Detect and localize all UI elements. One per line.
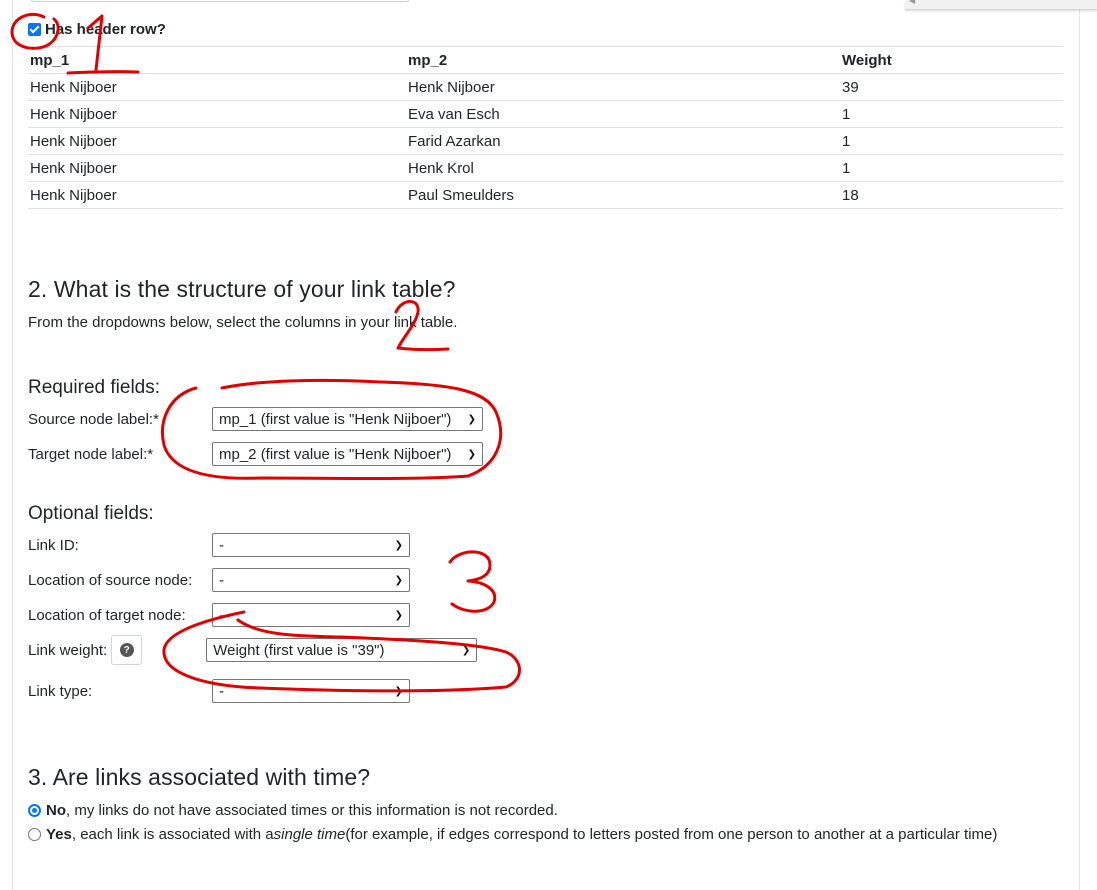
option-yes-italic: single time — [273, 826, 346, 843]
has-header-row-label: Has header row? — [45, 21, 166, 38]
link-type-select[interactable]: - ❯ — [212, 679, 410, 703]
top-input-edge — [30, 0, 410, 2]
scroll-left-icon[interactable]: ◀ — [909, 0, 915, 5]
link-weight-select-value: Weight (first value is "39") — [213, 641, 385, 659]
table-cell: Henk Nijboer — [28, 73, 406, 101]
has-header-row-checkbox[interactable]: Has header row? — [28, 21, 166, 38]
table-cell: Henk Nijboer — [28, 127, 406, 155]
table-cell: 39 — [840, 73, 1063, 101]
section-3-title: 3. Are links associated with time? — [28, 764, 371, 790]
chevron-down-icon: ❯ — [394, 685, 403, 697]
preview-table: mp_1 mp_2 Weight Henk Nijboer Henk Nijbo… — [28, 46, 1063, 209]
link-type-row: Link type: - ❯ — [28, 679, 410, 703]
table-header-row: mp_1 mp_2 Weight — [28, 46, 1063, 74]
source-location-label: Location of source node: — [28, 571, 193, 589]
link-id-select[interactable]: - ❯ — [212, 533, 410, 557]
column-header: mp_2 — [406, 46, 840, 74]
target-location-row: Location of target node: - ❯ — [28, 603, 410, 627]
radio-button-selected[interactable] — [28, 804, 41, 817]
question-circle-icon: ? — [119, 643, 134, 657]
chevron-down-icon: ❯ — [467, 448, 476, 460]
table-cell: Henk Nijboer — [28, 154, 406, 182]
time-option-yes[interactable]: Yes, each link is associated with a sing… — [28, 826, 997, 843]
table-row: Henk Nijboer Henk Krol 1 — [28, 154, 1063, 182]
table-cell: 18 — [840, 181, 1063, 209]
table-row: Henk Nijboer Farid Azarkan 1 — [28, 127, 1063, 155]
target-location-label: Location of target node: — [28, 606, 186, 624]
table-cell: Henk Nijboer — [28, 100, 406, 128]
section-2-title: 2. What is the structure of your link ta… — [28, 276, 456, 302]
chevron-down-icon: ❯ — [461, 644, 471, 656]
column-header: mp_1 — [28, 46, 406, 74]
table-cell: 1 — [840, 154, 1063, 182]
link-weight-row: Link weight: ? Weight (first value is "3… — [28, 635, 478, 665]
option-no-label: No — [46, 802, 66, 819]
option-no-text: , my links do not have associated times … — [66, 802, 558, 819]
link-id-row: Link ID: - ❯ — [28, 533, 410, 557]
target-node-label-row: Target node label:* mp_2 (first value is… — [28, 442, 483, 466]
option-yes-text-after: (for example, if edges correspond to let… — [345, 826, 998, 843]
chevron-down-icon: ❯ — [394, 539, 403, 551]
radio-button[interactable] — [28, 828, 41, 841]
column-header: Weight — [840, 46, 1063, 74]
table-cell: Farid Azarkan — [406, 127, 840, 155]
source-location-select[interactable]: - ❯ — [212, 568, 410, 592]
table-cell: 1 — [840, 100, 1063, 128]
time-option-no[interactable]: No, my links do not have associated time… — [28, 802, 558, 819]
chevron-down-icon: ❯ — [394, 609, 403, 621]
link-id-label: Link ID: — [28, 536, 79, 554]
source-location-row: Location of source node: - ❯ — [28, 568, 410, 592]
link-weight-select[interactable]: Weight (first value is "39") ❯ — [206, 638, 478, 662]
table-cell: Henk Nijboer — [406, 73, 840, 101]
check-icon[interactable] — [28, 23, 41, 36]
target-node-select[interactable]: mp_2 (first value is "Henk Nijboer") ❯ — [212, 442, 483, 466]
source-location-select-value: - — [219, 571, 224, 589]
table-row: Henk Nijboer Henk Nijboer 39 — [28, 73, 1063, 101]
link-type-select-value: - — [219, 682, 224, 700]
table-cell: Eva van Esch — [406, 100, 840, 128]
section-2-description: From the dropdowns below, select the col… — [28, 314, 458, 331]
source-node-select[interactable]: mp_1 (first value is "Henk Nijboer") ❯ — [212, 407, 483, 431]
source-node-label-row: Source node label:* mp_1 (first value is… — [28, 407, 483, 431]
source-node-select-value: mp_1 (first value is "Henk Nijboer") — [219, 410, 452, 428]
horizontal-scrollbar[interactable]: ◀ — [905, 0, 1097, 10]
table-cell: Henk Nijboer — [28, 181, 406, 209]
required-fields-heading: Required fields: — [28, 377, 161, 398]
table-cell: Henk Krol — [406, 154, 840, 182]
target-location-select-value: - — [219, 606, 224, 624]
table-row: Henk Nijboer Eva van Esch 1 — [28, 100, 1063, 128]
chevron-down-icon: ❯ — [394, 574, 403, 586]
target-node-select-value: mp_2 (first value is "Henk Nijboer") — [219, 445, 452, 463]
link-weight-label: Link weight: — [28, 641, 108, 659]
table-row: Henk Nijboer Paul Smeulders 18 — [28, 181, 1063, 209]
link-id-select-value: - — [219, 536, 224, 554]
optional-fields-heading: Optional fields: — [28, 503, 154, 524]
link-type-label: Link type: — [28, 682, 93, 700]
table-cell: 1 — [840, 127, 1063, 155]
table-cell: Paul Smeulders — [406, 181, 840, 209]
target-location-select[interactable]: - ❯ — [212, 603, 410, 627]
source-node-label: Source node label:* — [28, 410, 159, 428]
chevron-down-icon: ❯ — [467, 413, 476, 425]
option-yes-text-before: , each link is associated with a — [71, 826, 274, 843]
target-node-label: Target node label:* — [28, 445, 154, 463]
link-weight-help-button[interactable]: ? — [111, 635, 143, 665]
option-yes-label: Yes — [46, 826, 72, 843]
